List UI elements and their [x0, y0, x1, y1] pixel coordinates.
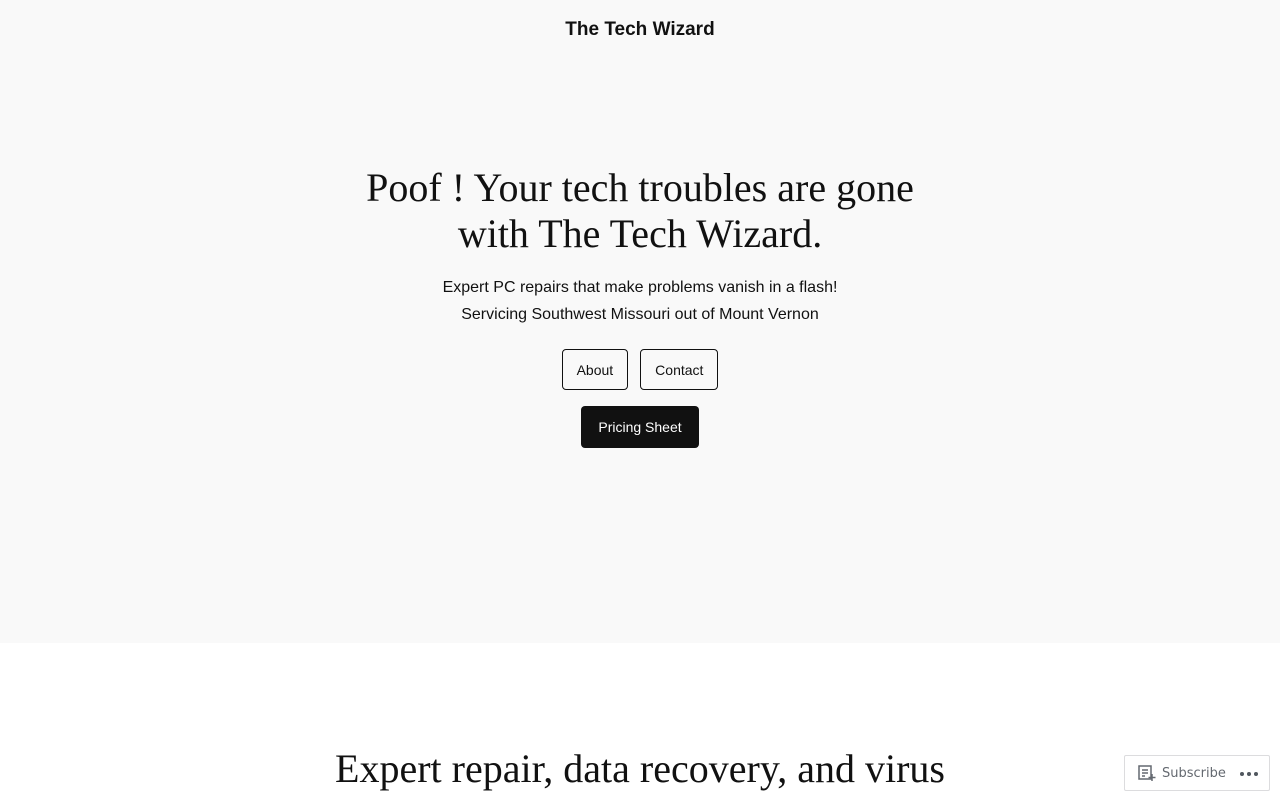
- about-button[interactable]: About: [561, 349, 629, 390]
- hero-button-row: About Contact: [0, 349, 1280, 390]
- hero-subtitle-line1: Expert PC repairs that make problems van…: [442, 279, 838, 296]
- pricing-sheet-button[interactable]: Pricing Sheet: [581, 406, 699, 448]
- floating-action-bar: Subscribe: [1124, 755, 1270, 791]
- services-heading: Expert repair, data recovery, and virus: [335, 746, 945, 791]
- subscribe-label: Subscribe: [1162, 765, 1226, 781]
- pricing-button-wrap: Pricing Sheet: [0, 406, 1280, 448]
- hero-subtitle-line2: Servicing Southwest Missouri out of Moun…: [461, 306, 819, 323]
- subscribe-button[interactable]: Subscribe: [1125, 756, 1226, 790]
- reader-subscribe-icon: [1137, 764, 1157, 782]
- more-options-button[interactable]: [1239, 763, 1259, 783]
- hero-headline: Poof ! Your tech troubles are gone with …: [366, 165, 914, 256]
- site-title[interactable]: The Tech Wizard: [0, 19, 1280, 41]
- hero-section: The Tech Wizard Poof ! Your tech trouble…: [0, 0, 1280, 643]
- ellipsis-icon: [1239, 764, 1259, 782]
- contact-button[interactable]: Contact: [640, 349, 719, 390]
